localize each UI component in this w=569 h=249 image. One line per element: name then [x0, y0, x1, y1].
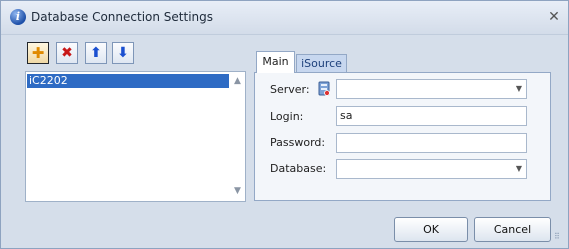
scroll-down-arrow[interactable]: ▼ [231, 184, 244, 198]
login-label: Login: [270, 110, 304, 123]
dialog-window: i Database Connection Settings ✕ ✚ ✖ ⬆ ⬇… [0, 0, 569, 249]
cancel-button[interactable]: Cancel [474, 217, 551, 242]
move-up-button[interactable]: ⬆ [85, 42, 107, 64]
delete-x-icon: ✖ [61, 45, 73, 61]
tab-isource[interactable]: iSource [296, 54, 347, 72]
resize-grip-icon[interactable]: ⠿ [554, 233, 566, 246]
list-item[interactable]: iC2202 [27, 74, 229, 88]
close-button[interactable]: ✕ [546, 8, 562, 26]
login-field[interactable]: sa [336, 106, 527, 126]
chevron-down-icon: ▼ [515, 84, 522, 93]
plus-icon: ✚ [31, 44, 45, 62]
delete-connection-button[interactable]: ✖ [56, 42, 78, 64]
ok-button[interactable]: OK [394, 217, 468, 242]
password-field[interactable] [336, 133, 527, 153]
add-connection-button[interactable]: ✚ [27, 42, 49, 64]
server-select[interactable]: ▼ [336, 79, 527, 99]
server-label: Server: [270, 83, 310, 96]
database-select[interactable]: ▼ [336, 159, 527, 179]
move-down-button[interactable]: ⬇ [112, 42, 134, 64]
chevron-down-icon: ▼ [515, 164, 522, 173]
connection-list[interactable]: iC2202 ▲ ▼ [25, 71, 246, 202]
arrow-up-icon: ⬆ [90, 45, 102, 61]
database-label: Database: [270, 162, 327, 175]
tab-main[interactable]: Main [256, 51, 295, 73]
scroll-up-arrow[interactable]: ▲ [231, 74, 244, 88]
info-icon: i [10, 9, 26, 25]
title-bar: i Database Connection Settings ✕ [1, 1, 568, 35]
window-title: Database Connection Settings [31, 10, 214, 24]
arrow-down-icon: ⬇ [117, 45, 129, 61]
server-icon [318, 81, 330, 96]
password-label: Password: [270, 136, 326, 149]
